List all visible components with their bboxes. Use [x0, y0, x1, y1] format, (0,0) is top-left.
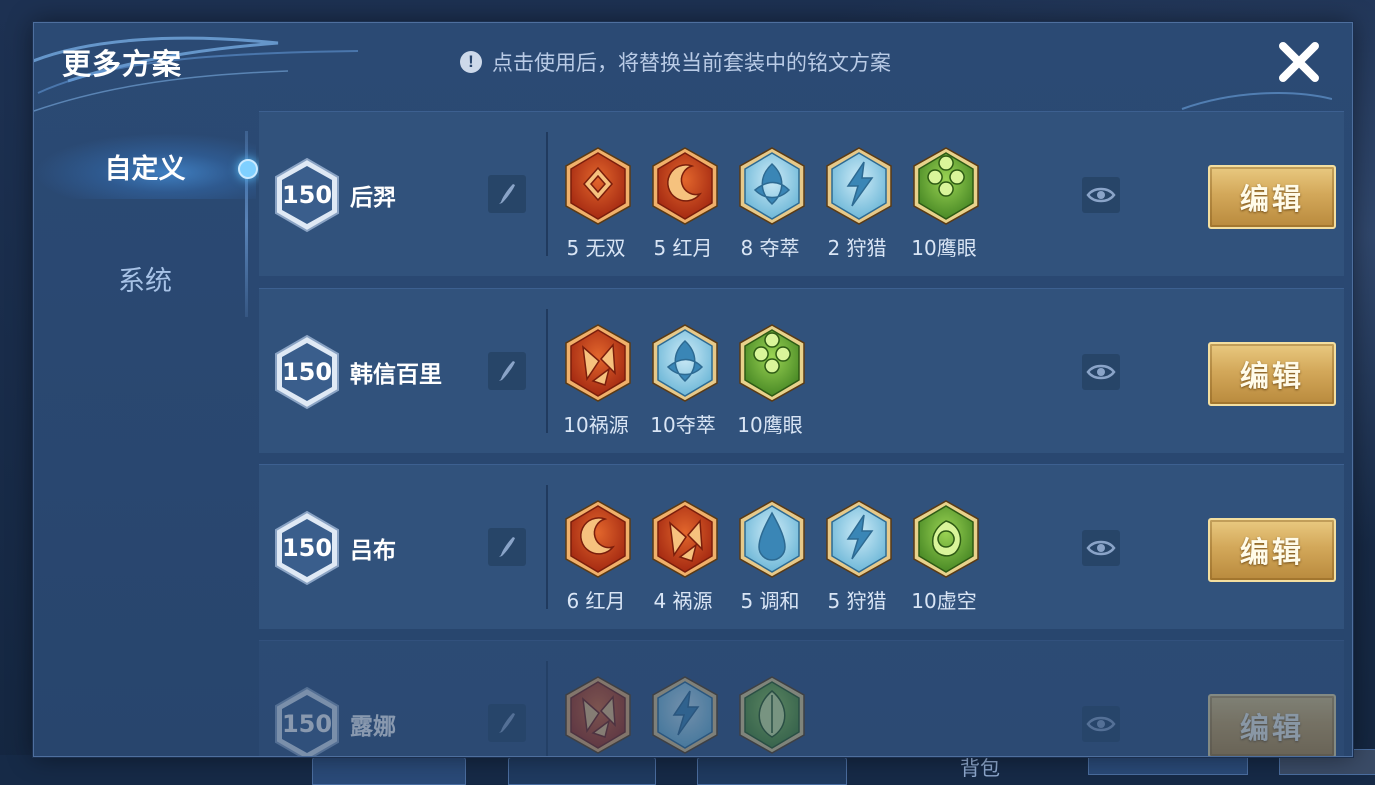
- moon-rune-icon: [652, 147, 718, 225]
- rune-label: 10鹰眼: [911, 236, 977, 260]
- background-bottom-bar: 背包: [0, 749, 1375, 785]
- level-value: 150: [281, 534, 333, 562]
- knot-rune-icon: [739, 147, 805, 225]
- active-tab-indicator: [238, 159, 258, 179]
- diamond-rune-icon: [565, 147, 631, 225]
- hero-name: 韩信百里: [350, 362, 442, 388]
- exclamation-icon: !: [460, 51, 482, 73]
- close-icon: [1279, 42, 1319, 82]
- bolt-rune-icon: [826, 500, 892, 578]
- rune-label: 2 狩猎: [827, 236, 887, 260]
- clover-rune-icon: [739, 324, 805, 402]
- row-divider: [546, 485, 548, 609]
- level-value: 150: [281, 181, 333, 209]
- plan-row: 150 吕布 6 红月 4 祸源 5 调和 5 狩猎 10虚空 编辑: [259, 464, 1344, 629]
- preview-button[interactable]: [1082, 177, 1120, 213]
- tab-label: 系统: [118, 265, 172, 297]
- tab-label: 自定义: [104, 153, 186, 185]
- background-chip: [312, 757, 466, 785]
- eye-icon: [1086, 716, 1116, 732]
- rename-button[interactable]: [488, 352, 526, 390]
- eye-icon: [1086, 540, 1116, 556]
- tab-custom[interactable]: 自定义: [34, 133, 256, 199]
- row-divider: [546, 661, 548, 756]
- notice-text: 点击使用后，将替换当前套装中的铭文方案: [492, 51, 891, 75]
- edit-button[interactable]: 编辑: [1208, 165, 1336, 229]
- level-badge: 150: [273, 510, 341, 586]
- plan-type-sidebar: 自定义 系统: [34, 111, 258, 756]
- preview-button[interactable]: [1082, 706, 1120, 742]
- plan-row: 150 露娜 编辑: [259, 640, 1344, 756]
- rune-label: 8 夺萃: [740, 236, 800, 260]
- edit-button[interactable]: 编辑: [1208, 342, 1336, 406]
- row-divider: [546, 132, 548, 256]
- shards-rune-icon: [565, 676, 631, 754]
- replace-notice: ! 点击使用后，将替换当前套装中的铭文方案: [460, 47, 891, 77]
- hero-name: 后羿: [350, 185, 396, 211]
- pen-icon: [499, 184, 515, 204]
- rune-label: 10鹰眼: [737, 413, 803, 437]
- level-badge: 150: [273, 157, 341, 233]
- rune-label: 4 祸源: [653, 589, 713, 613]
- eye-icon: [1086, 364, 1116, 380]
- drop-rune-icon: [739, 500, 805, 578]
- rune-label: 10虚空: [911, 589, 977, 613]
- void-rune-icon: [913, 500, 979, 578]
- hero-name: 吕布: [350, 538, 396, 564]
- rune-label: 5 狩猎: [827, 589, 887, 613]
- tab-system[interactable]: 系统: [34, 245, 256, 311]
- plan-row: 150 韩信百里 10祸源 10夺萃 10鹰眼 编辑: [259, 288, 1344, 453]
- shards-rune-icon: [652, 500, 718, 578]
- close-button[interactable]: [1272, 35, 1326, 89]
- preview-button[interactable]: [1082, 530, 1120, 566]
- rune-label: 5 无双: [566, 236, 626, 260]
- moon-rune-icon: [565, 500, 631, 578]
- rune-label: 10夺萃: [650, 413, 716, 437]
- rename-button[interactable]: [488, 528, 526, 566]
- row-divider: [546, 309, 548, 433]
- plan-row: 150 后羿 5 无双 5 红月 8 夺萃 2 狩猎 10鹰眼 编辑: [259, 111, 1344, 276]
- eye-icon: [1086, 187, 1116, 203]
- rune-label: 5 调和: [740, 589, 800, 613]
- knot-rune-icon: [652, 324, 718, 402]
- plan-list[interactable]: 150 后羿 5 无双 5 红月 8 夺萃 2 狩猎 10鹰眼 编辑 150 韩信百里 10祸源 10…: [259, 111, 1346, 756]
- level-value: 150: [281, 358, 333, 386]
- more-plans-dialog: 更多方案 ! 点击使用后，将替换当前套装中的铭文方案 自定义 系统 150 后羿 5…: [33, 22, 1353, 757]
- leaf-rune-icon: [739, 676, 805, 754]
- rename-button[interactable]: [488, 175, 526, 213]
- edit-button[interactable]: 编辑: [1208, 518, 1336, 582]
- pen-icon: [499, 361, 515, 381]
- rune-label: 6 红月: [566, 589, 626, 613]
- shards-rune-icon: [565, 324, 631, 402]
- level-badge: 150: [273, 686, 341, 756]
- rename-button[interactable]: [488, 704, 526, 742]
- level-badge: 150: [273, 334, 341, 410]
- level-value: 150: [281, 710, 333, 738]
- preview-button[interactable]: [1082, 354, 1120, 390]
- rune-label: 10祸源: [563, 413, 629, 437]
- pen-icon: [499, 713, 515, 733]
- dialog-title: 更多方案: [62, 47, 183, 81]
- background-chip: [508, 757, 656, 785]
- clover-rune-icon: [913, 147, 979, 225]
- pen-icon: [499, 537, 515, 557]
- background-chip: [697, 757, 847, 785]
- hero-name: 露娜: [350, 714, 396, 740]
- bolt-rune-icon: [652, 676, 718, 754]
- edit-button[interactable]: 编辑: [1208, 694, 1336, 756]
- rune-label: 5 红月: [653, 236, 713, 260]
- bolt-rune-icon: [826, 147, 892, 225]
